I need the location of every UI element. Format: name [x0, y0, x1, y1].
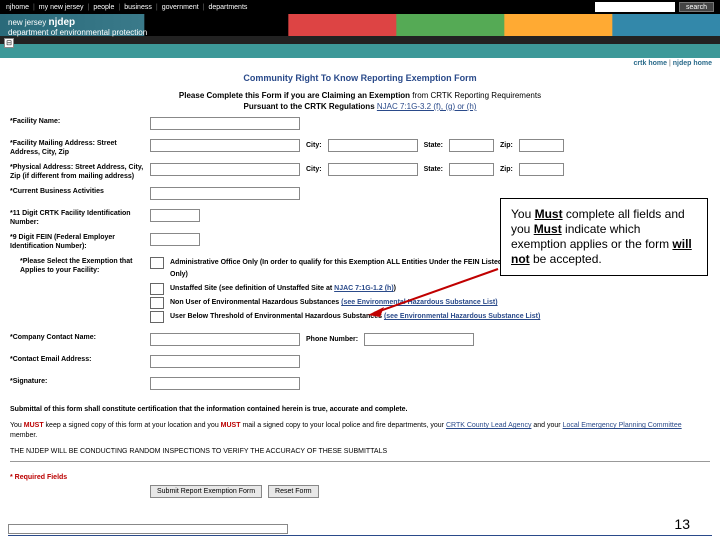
callout-box: You Must complete all fields and you Mus…	[500, 198, 708, 276]
subtitle-1: Please Complete this Form if you are Cla…	[0, 91, 720, 102]
mailing-note: You MUST keep a signed copy of this form…	[0, 415, 720, 441]
reg-link[interactable]: NJAC 7:1G-3.2 (f), (g) or (h)	[377, 102, 477, 111]
label-signature: *Signature:	[10, 377, 150, 386]
lepc-link[interactable]: Local Emergency Planning Committee	[563, 422, 682, 429]
collapse-tab-icon[interactable]: ⊟	[4, 38, 14, 48]
mailing-city-field[interactable]	[328, 139, 418, 152]
ehs-list-link-1[interactable]: (see Environmental Hazardous Substance L…	[341, 299, 497, 306]
mailing-zip-field[interactable]	[519, 139, 564, 152]
label-fein: *9 Digit FEIN (Federal Employer Identifi…	[10, 233, 150, 251]
business-activities-field[interactable]	[150, 187, 300, 200]
physical-street-field[interactable]	[150, 163, 300, 176]
county-lead-link[interactable]: CRTK County Lead Agency	[446, 422, 531, 429]
label-facility-name: *Facility Name:	[10, 117, 150, 126]
exemption-below-threshold-checkbox[interactable]	[150, 311, 164, 323]
page-title: Community Right To Know Reporting Exempt…	[0, 69, 720, 91]
njdep-home-link[interactable]: njdep home	[673, 60, 712, 67]
divider	[10, 461, 710, 462]
mailing-street-field[interactable]	[150, 139, 300, 152]
reset-button[interactable]: Reset Form	[268, 485, 319, 498]
label-mailing: *Facility Mailing Address: Street Addres…	[10, 139, 150, 157]
nav-departments[interactable]: departments	[208, 4, 247, 11]
teal-bar	[0, 44, 720, 58]
label-phys-city: City:	[306, 166, 322, 173]
exemption-below-threshold-text: User Below Threshold of Environmental Ha…	[170, 311, 540, 323]
nav-njhome[interactable]: njhome	[6, 4, 29, 11]
page-number: 13	[674, 516, 690, 532]
ehs-list-link-2[interactable]: (see Environmental Hazardous Substance L…	[384, 313, 540, 320]
fein-field[interactable]	[150, 233, 200, 246]
label-physical: *Physical Address: Street Address, City,…	[10, 163, 150, 181]
signature-field[interactable]	[150, 377, 300, 390]
physical-city-field[interactable]	[328, 163, 418, 176]
mailing-state-field[interactable]	[449, 139, 494, 152]
physical-state-field[interactable]	[449, 163, 494, 176]
status-bar-box	[8, 524, 288, 534]
exemption-nonuser-text: Non User of Environmental Hazardous Subs…	[170, 297, 498, 309]
label-contact: *Company Contact Name:	[10, 333, 150, 342]
exemption-admin-checkbox[interactable]	[150, 257, 164, 269]
label-phys-zip: Zip:	[500, 166, 513, 173]
exemption-unstaffed-checkbox[interactable]	[150, 283, 164, 295]
bottom-rule	[8, 535, 712, 536]
top-nav: njhome| my new jersey| people| business|…	[0, 0, 720, 14]
certification-note: Submittal of this form shall constitute …	[0, 399, 720, 415]
sub-bar	[0, 36, 720, 44]
label-exemption: *Please Select the Exemption that Applie…	[20, 257, 150, 275]
label-mail-zip: Zip:	[500, 142, 513, 149]
inspection-note: THE NJDEP WILL BE CONDUCTING RANDOM INSP…	[0, 441, 720, 457]
banner-sub: department of environmental protection	[8, 28, 147, 37]
facility-name-field[interactable]	[150, 117, 300, 130]
subtitle-2: Pursuant to the CRTK Regulations NJAC 7:…	[0, 102, 720, 113]
nav-people[interactable]: people	[93, 4, 114, 11]
njac-link[interactable]: NJAC 7:1G-1.2 (h)	[334, 285, 394, 292]
label-phys-state: State:	[424, 166, 443, 173]
physical-zip-field[interactable]	[519, 163, 564, 176]
required-fields-note: * Required Fields	[0, 466, 720, 485]
exemption-nonuser-checkbox[interactable]	[150, 297, 164, 309]
nav-government[interactable]: government	[162, 4, 199, 11]
label-mail-city: City:	[306, 142, 322, 149]
label-business: *Current Business Activities	[10, 187, 150, 196]
crtk-home-link[interactable]: crtk home	[634, 60, 667, 67]
label-crtk-id: *11 Digit CRTK Facility Identification N…	[10, 209, 150, 227]
banner-dept: njdep	[48, 17, 75, 28]
search-input[interactable]	[595, 2, 675, 12]
nav-business[interactable]: business	[124, 4, 152, 11]
submit-button[interactable]: Submit Report Exemption Form	[150, 485, 262, 498]
contact-name-field[interactable]	[150, 333, 300, 346]
home-links: crtk home | njdep home	[0, 58, 720, 69]
nav-mynj[interactable]: my new jersey	[39, 4, 84, 11]
label-email: *Contact Email Address:	[10, 355, 150, 364]
banner-state: new jersey	[8, 18, 46, 27]
phone-field[interactable]	[364, 333, 474, 346]
label-mail-state: State:	[424, 142, 443, 149]
dept-banner: new jersey njdep department of environme…	[0, 14, 720, 36]
email-field[interactable]	[150, 355, 300, 368]
crtk-id-field[interactable]	[150, 209, 200, 222]
exemption-unstaffed-text: Unstaffed Site (see definition of Unstaf…	[170, 283, 396, 295]
label-phone: Phone Number:	[306, 336, 358, 343]
search-button[interactable]: search	[679, 2, 714, 12]
